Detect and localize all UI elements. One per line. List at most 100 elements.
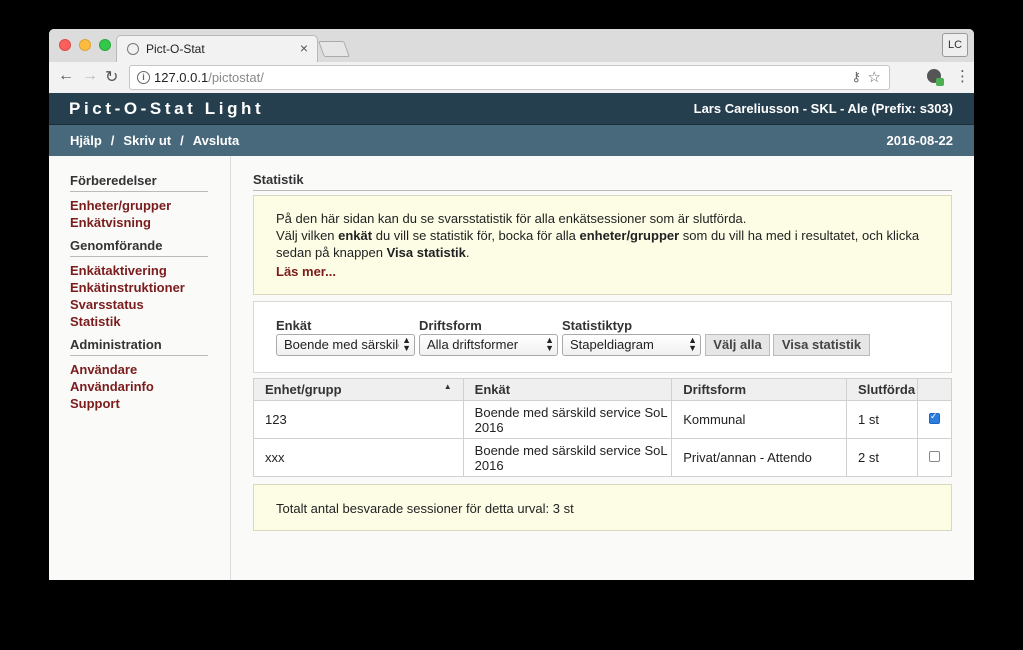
cell-operation-form: Kommunal xyxy=(671,400,848,439)
sidebar-item-activation[interactable]: Enkätaktivering xyxy=(70,263,167,278)
cell-survey-line: Boende med särskild service SoL xyxy=(474,442,668,458)
read-more-link[interactable]: Läs mer... xyxy=(276,264,336,279)
info-line-2: Välj vilken enkät du vill se statistik f… xyxy=(276,228,919,243)
cell-operation-form: Privat/annan - Attendo xyxy=(671,438,848,477)
info-text: som du vill ha med i resultatet, och kli… xyxy=(679,228,920,243)
operation-form-select[interactable]: Alla driftsformer ▲ ▼ xyxy=(419,334,558,356)
browser-window: Pict-O-Stat × LC ← → ↻ i 127.0.0.1/picto… xyxy=(49,29,974,580)
sidebar-heading-preparations: Förberedelser xyxy=(70,173,208,192)
sidebar-item-units[interactable]: Enheter/grupper xyxy=(70,198,171,213)
row-checkbox[interactable] xyxy=(929,411,940,424)
statistics-type-select[interactable]: Stapeldiagram ▲ ▼ xyxy=(562,334,701,356)
info-emphasis-button: Visa statistik xyxy=(386,245,466,260)
cell-unit: 123 xyxy=(253,400,464,439)
user-info: Lars Careliusson - SKL - Ale (Prefix: s3… xyxy=(693,101,953,116)
column-header-completed[interactable]: Slutförda xyxy=(846,378,919,401)
operation-form-value: Alla driftsformer xyxy=(427,337,519,352)
column-header-label: Enhet/grupp xyxy=(265,382,342,397)
table-row: 123 Boende med särskild service SoL 2016 … xyxy=(253,400,952,439)
info-box: På den här sidan kan du se svarsstatisti… xyxy=(253,195,952,295)
app-header: Pict-O-Stat Light Lars Careliusson - SKL… xyxy=(49,93,974,125)
cell-survey: Boende med särskild service SoL 2016 xyxy=(462,400,673,439)
current-date: 2016-08-22 xyxy=(886,133,954,148)
tab-close-icon[interactable]: × xyxy=(300,40,308,56)
tab-title: Pict-O-Stat xyxy=(146,42,205,56)
browser-menu-icon[interactable]: ⋮ xyxy=(955,67,970,85)
bookmark-star-icon[interactable]: ☆ xyxy=(868,68,881,86)
sort-ascending-icon: ▲ xyxy=(443,382,452,391)
sidebar-item-support[interactable]: Support xyxy=(70,396,120,411)
row-checkbox[interactable] xyxy=(929,451,940,462)
info-text: . xyxy=(465,245,470,260)
filter-panel: Enkät Boende med särskild service SoL 20… xyxy=(253,301,952,373)
sidebar-item-response-status[interactable]: Svarsstatus xyxy=(70,297,144,312)
maximize-window-button[interactable] xyxy=(99,39,111,51)
close-window-button[interactable] xyxy=(59,39,71,51)
page-title: Statistik xyxy=(253,172,952,191)
sidebar-item-user-info[interactable]: Användarinfo xyxy=(70,379,154,394)
back-arrow-icon[interactable]: ← xyxy=(58,67,74,85)
menu-separator: / xyxy=(180,133,184,148)
info-emphasis-survey: enkät xyxy=(338,228,373,243)
info-line-3: sedan på knappen Visa statistik. xyxy=(276,245,470,260)
info-emphasis-units: enheter/grupper xyxy=(579,228,680,243)
sidebar-heading-execution: Genomförande xyxy=(70,238,208,257)
sidebar-item-statistics[interactable]: Statistik xyxy=(70,314,121,329)
site-info-icon[interactable]: i xyxy=(137,71,150,84)
key-icon[interactable]: ⚷ xyxy=(851,69,861,85)
cell-survey: Boende med särskild service SoL 2016 xyxy=(462,438,673,477)
url-host: 127.0.0.1 xyxy=(154,70,209,85)
cell-completed: 1 st xyxy=(846,400,919,439)
reload-icon[interactable]: ↻ xyxy=(105,67,118,87)
sidebar-item-users[interactable]: Användare xyxy=(70,362,137,377)
menu-links: Hjälp / Skriv ut / Avsluta xyxy=(70,133,239,148)
select-arrows-icon: ▲ ▼ xyxy=(688,335,697,353)
select-arrows-icon: ▲ ▼ xyxy=(402,335,411,353)
cell-survey-line: 2016 xyxy=(474,457,504,473)
info-text: Välj vilken xyxy=(276,228,339,243)
cell-select xyxy=(917,438,952,477)
units-table: Enhet/grupp ▲ Enkät Driftsform Slutförda … xyxy=(253,378,952,477)
forward-arrow-icon[interactable]: → xyxy=(82,67,98,85)
cell-survey-line: 2016 xyxy=(474,419,504,435)
table-header-row: Enhet/grupp ▲ Enkät Driftsform Slutförda xyxy=(253,378,952,401)
menu-separator: / xyxy=(110,133,115,148)
app-menu-bar: Hjälp / Skriv ut / Avsluta 2016-08-22 xyxy=(49,125,974,156)
minimize-window-button[interactable] xyxy=(79,39,91,51)
select-arrows-icon: ▲ ▼ xyxy=(545,335,554,353)
column-header-operation-form[interactable]: Driftsform xyxy=(671,378,848,401)
sidebar-heading-administration: Administration xyxy=(70,337,208,356)
total-text: Totalt antal besvarade sessioner för det… xyxy=(276,501,574,516)
column-header-survey[interactable]: Enkät xyxy=(462,378,673,401)
sidebar-item-survey-view[interactable]: Enkätvisning xyxy=(70,215,151,230)
favicon-icon xyxy=(127,43,139,55)
menu-link-print[interactable]: Skriv ut xyxy=(123,133,171,148)
sidebar-item-instructions[interactable]: Enkätinstruktioner xyxy=(70,280,185,295)
operation-form-label: Driftsform xyxy=(419,318,482,333)
tab-strip: Pict-O-Stat × LC xyxy=(49,29,974,63)
cell-select xyxy=(917,400,952,439)
extension-icon[interactable] xyxy=(927,69,944,86)
column-header-select xyxy=(917,378,952,401)
total-summary: Totalt antal besvarade sessioner för det… xyxy=(253,484,952,531)
app-title: Pict-O-Stat Light xyxy=(69,99,265,118)
show-statistics-button[interactable]: Visa statistik xyxy=(773,334,870,356)
table-row: xxx Boende med särskild service SoL 2016 … xyxy=(253,438,952,477)
new-tab-button[interactable] xyxy=(318,41,350,57)
cell-completed: 2 st xyxy=(846,438,919,477)
menu-link-help[interactable]: Hjälp xyxy=(70,133,102,148)
browser-tab[interactable]: Pict-O-Stat × xyxy=(116,35,318,63)
browser-toolbar: ← → ↻ i 127.0.0.1/pictostat/ ⚷ ☆ ⋮ xyxy=(49,62,974,94)
info-text: du vill se statistik för, bocka för alla xyxy=(372,228,580,243)
select-all-button[interactable]: Välj alla xyxy=(705,334,770,356)
cell-unit: xxx xyxy=(253,438,464,477)
info-line-1: På den här sidan kan du se svarsstatisti… xyxy=(276,211,747,226)
url-text[interactable]: 127.0.0.1/pictostat/ xyxy=(154,70,264,85)
survey-select-value: Boende med särskild service SoL 2016 xyxy=(284,337,399,352)
profile-button[interactable]: LC xyxy=(942,33,968,57)
address-bar[interactable]: i 127.0.0.1/pictostat/ ⚷ ☆ xyxy=(129,65,890,90)
statistics-type-label: Statistiktyp xyxy=(562,318,633,333)
survey-select[interactable]: Boende med särskild service SoL 2016 ▲▼ xyxy=(276,334,415,356)
menu-link-logout[interactable]: Avsluta xyxy=(193,133,239,148)
column-header-unit[interactable]: Enhet/grupp ▲ xyxy=(253,378,464,401)
